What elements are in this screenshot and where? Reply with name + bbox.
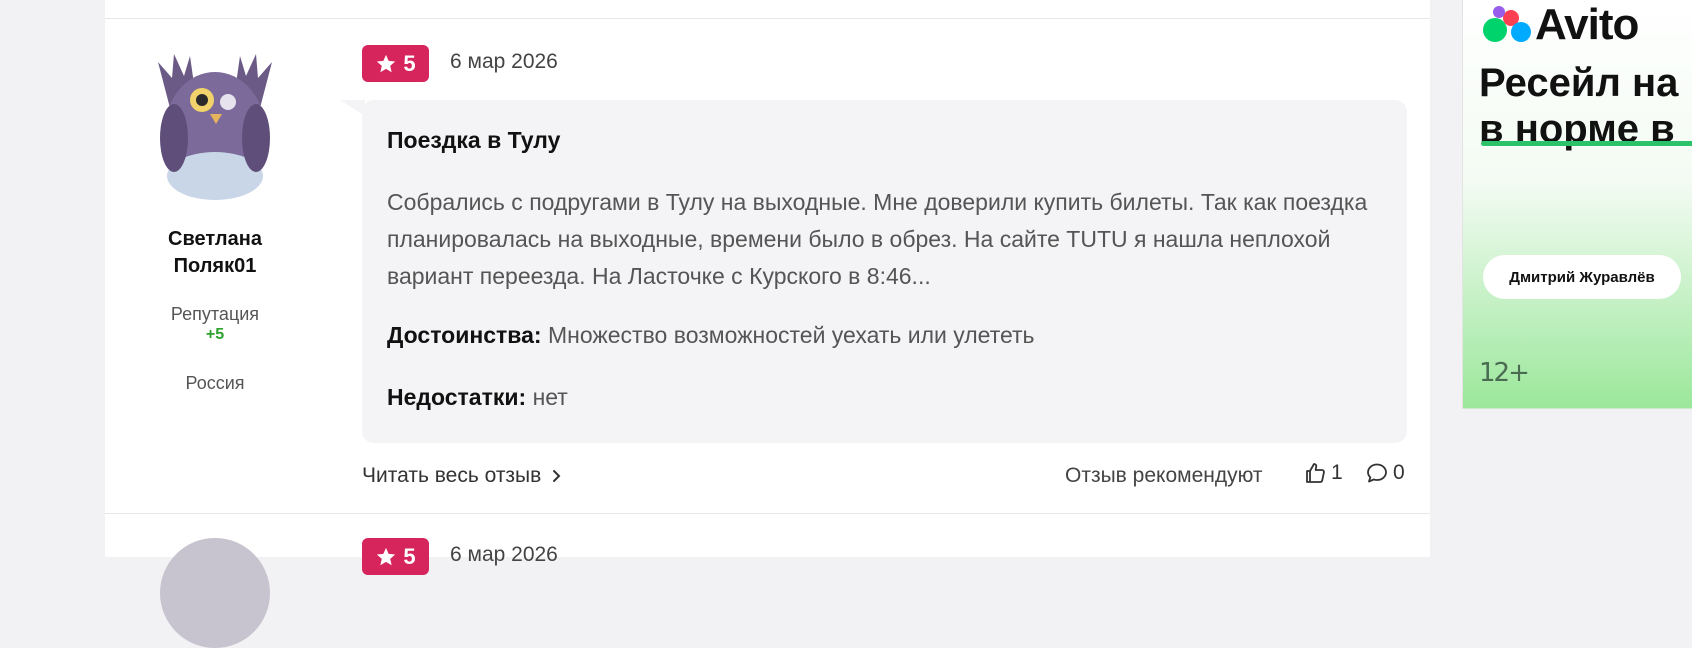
pros-value: Множество возможностей уехать или улетет… bbox=[547, 322, 1035, 348]
review-body[interactable]: Поездка в Тулу Собрались с подругами в Т… bbox=[362, 100, 1407, 443]
ad-banner[interactable]: Avito Ресейл на в норме в Дмитрий Журавл… bbox=[1462, 0, 1692, 409]
divider bbox=[105, 18, 1430, 19]
read-full-review-link[interactable]: Читать весь отзыв bbox=[362, 464, 563, 488]
rating-badge: 5 bbox=[362, 45, 429, 82]
comment-icon bbox=[1367, 463, 1387, 483]
read-more-label: Читать весь отзыв bbox=[362, 464, 542, 487]
author-avatar[interactable] bbox=[150, 48, 280, 200]
comments-count: 0 bbox=[1393, 461, 1405, 484]
pros-label: Достоинства: bbox=[387, 322, 542, 348]
chevron-right-icon bbox=[553, 470, 561, 482]
comments-button[interactable]: 0 bbox=[1365, 461, 1405, 485]
star-icon bbox=[377, 54, 396, 72]
rating-value: 5 bbox=[403, 50, 416, 76]
avito-logo-icon bbox=[1483, 6, 1531, 42]
ad-headline-line1: Ресейл на bbox=[1479, 61, 1679, 105]
cons-label: Недостатки: bbox=[387, 384, 527, 410]
likes-count: 1 bbox=[1331, 461, 1343, 484]
like-button[interactable]: 1 bbox=[1303, 461, 1343, 485]
recommend-label: Отзыв рекомендуют bbox=[1065, 464, 1263, 487]
review-date: 6 мар 2026 bbox=[450, 50, 558, 73]
ad-underline bbox=[1481, 141, 1692, 146]
author-name[interactable]: Светлана Поляк01 bbox=[125, 226, 305, 280]
author-country: Россия bbox=[185, 373, 245, 393]
ad-headline: Ресейл на в норме в bbox=[1479, 60, 1692, 152]
review-title[interactable]: Поездка в Тулу bbox=[387, 127, 560, 154]
divider bbox=[105, 513, 1430, 514]
next-review-date: 6 мар 2026 bbox=[450, 543, 558, 566]
cons-value: нет bbox=[532, 384, 568, 410]
review-text: Собрались с подругами в Тулу на выходные… bbox=[387, 189, 1368, 289]
reputation-value: +5 bbox=[205, 326, 225, 343]
thumbs-up-icon bbox=[1306, 463, 1325, 483]
review-pros: Достоинства: Множество возможностей уеха… bbox=[387, 322, 1035, 349]
review-card: Светлана Поляк01 Репутация +5 Россия 5 6… bbox=[105, 0, 1430, 648]
review-cons: Недостатки: нет bbox=[387, 384, 568, 411]
reputation-label: Репутация bbox=[170, 304, 260, 324]
ad-age-rating: 12+ bbox=[1479, 358, 1530, 388]
ad-brand: Avito bbox=[1535, 0, 1639, 49]
next-author-avatar[interactable] bbox=[160, 538, 270, 648]
ad-button[interactable]: Дмитрий Журавлёв bbox=[1483, 255, 1681, 299]
